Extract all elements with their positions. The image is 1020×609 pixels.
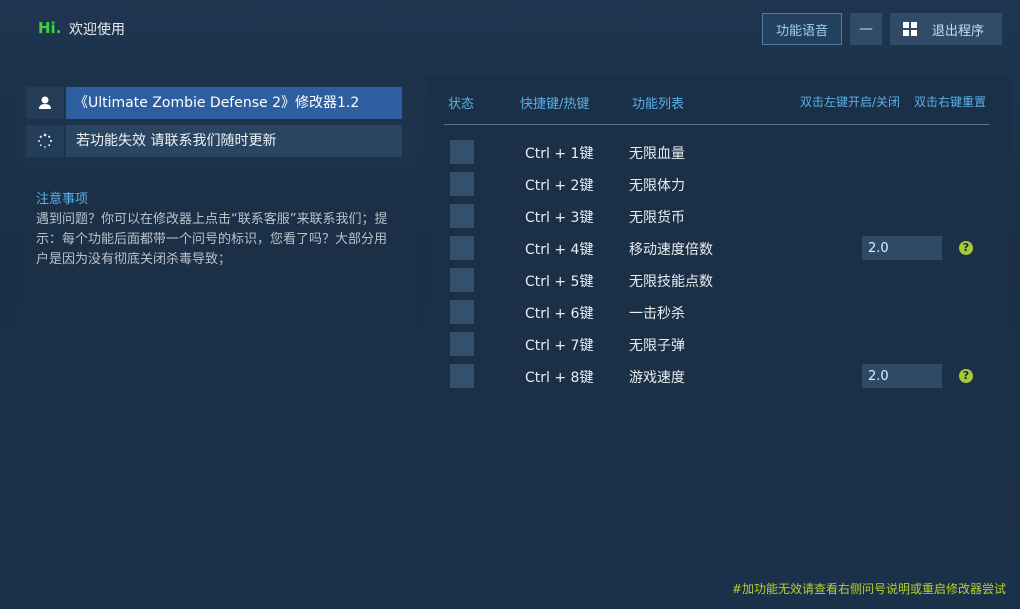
status-checkbox[interactable] xyxy=(450,204,474,228)
user-icon xyxy=(26,87,64,119)
notes-body: 遇到问题？你可以在修改器上点击“联系客服”来联系我们；提示：每个功能后面都带一个… xyxy=(36,212,388,267)
notes-title: 注意事项 xyxy=(36,192,89,207)
notice-row: 若功能失效 请联系我们随时更新 xyxy=(26,125,402,157)
feature-row[interactable]: Ctrl + 1键 无限血量 xyxy=(450,140,990,164)
windows-icon xyxy=(903,22,917,36)
hotkey-label: Ctrl + 3键 xyxy=(525,210,594,226)
header-left-click: 双击左键开启/关闭 xyxy=(800,95,901,109)
status-checkbox[interactable] xyxy=(450,300,474,324)
loading-spinner-icon xyxy=(26,125,64,157)
exit-button[interactable]: 退出程序 xyxy=(890,13,1002,45)
feature-label: 游戏速度 xyxy=(629,370,685,386)
status-checkbox[interactable] xyxy=(450,140,474,164)
hotkey-label: Ctrl + 6键 xyxy=(525,306,594,322)
hotkey-label: Ctrl + 2键 xyxy=(525,178,594,194)
game-title-row: 《Ultimate Zombie Defense 2》修改器1.2 xyxy=(26,87,402,119)
welcome-text: 欢迎使用 xyxy=(69,22,125,38)
game-title: 《Ultimate Zombie Defense 2》修改器1.2 xyxy=(66,87,402,119)
header-hotkey: 快捷键/热键 xyxy=(520,97,590,112)
status-checkbox[interactable] xyxy=(450,364,474,388)
header-divider xyxy=(444,124,990,125)
feature-row[interactable]: Ctrl + 7键 无限子弹 xyxy=(450,332,990,356)
help-question-icon[interactable]: ? xyxy=(959,241,973,255)
footer-hint: #加功能无效请查看右侧问号说明或重启修改器尝试 xyxy=(731,582,1006,596)
feature-label: 一击秒杀 xyxy=(629,306,685,322)
feature-row[interactable]: Ctrl + 5键 无限技能点数 xyxy=(450,268,990,292)
feature-row[interactable]: Ctrl + 3键 无限货币 xyxy=(450,204,990,228)
feature-row[interactable]: Ctrl + 6键 一击秒杀 xyxy=(450,300,990,324)
status-checkbox[interactable] xyxy=(450,268,474,292)
header-features: 功能列表 xyxy=(632,97,685,112)
header-status: 状态 xyxy=(448,97,475,112)
header-bar: Hi. 欢迎使用 功能语音 — 退出程序 xyxy=(0,0,1020,60)
status-checkbox[interactable] xyxy=(450,172,474,196)
header-right-click: 双击右键重置 xyxy=(914,95,987,109)
update-notice: 若功能失效 请联系我们随时更新 xyxy=(66,125,402,157)
feature-label: 无限技能点数 xyxy=(629,274,713,290)
help-question-icon[interactable]: ? xyxy=(959,369,973,383)
feature-label: 移动速度倍数 xyxy=(629,242,713,258)
status-checkbox[interactable] xyxy=(450,332,474,356)
feature-label: 无限子弹 xyxy=(629,338,685,354)
hotkey-label: Ctrl + 4键 xyxy=(525,242,594,258)
hotkey-label: Ctrl + 5键 xyxy=(525,274,594,290)
feature-row[interactable]: Ctrl + 2键 无限体力 xyxy=(450,172,990,196)
exit-button-label: 退出程序 xyxy=(932,23,985,39)
voice-button[interactable]: 功能语音 xyxy=(762,13,842,45)
feature-row[interactable]: Ctrl + 4键 移动速度倍数 ? xyxy=(450,236,990,260)
feature-label: 无限体力 xyxy=(629,178,685,194)
feature-label: 无限血量 xyxy=(629,146,685,162)
feature-label: 无限货币 xyxy=(629,210,685,226)
game-speed-input[interactable] xyxy=(862,364,942,388)
hotkey-label: Ctrl + 1键 xyxy=(525,146,594,162)
hotkey-label: Ctrl + 7键 xyxy=(525,338,594,354)
minimize-button[interactable]: — xyxy=(850,13,882,45)
hi-logo: Hi. xyxy=(38,19,62,37)
hotkey-label: Ctrl + 8键 xyxy=(525,370,594,386)
move-speed-input[interactable] xyxy=(862,236,942,260)
feature-row[interactable]: Ctrl + 8键 游戏速度 ? xyxy=(450,364,990,388)
status-checkbox[interactable] xyxy=(450,236,474,260)
